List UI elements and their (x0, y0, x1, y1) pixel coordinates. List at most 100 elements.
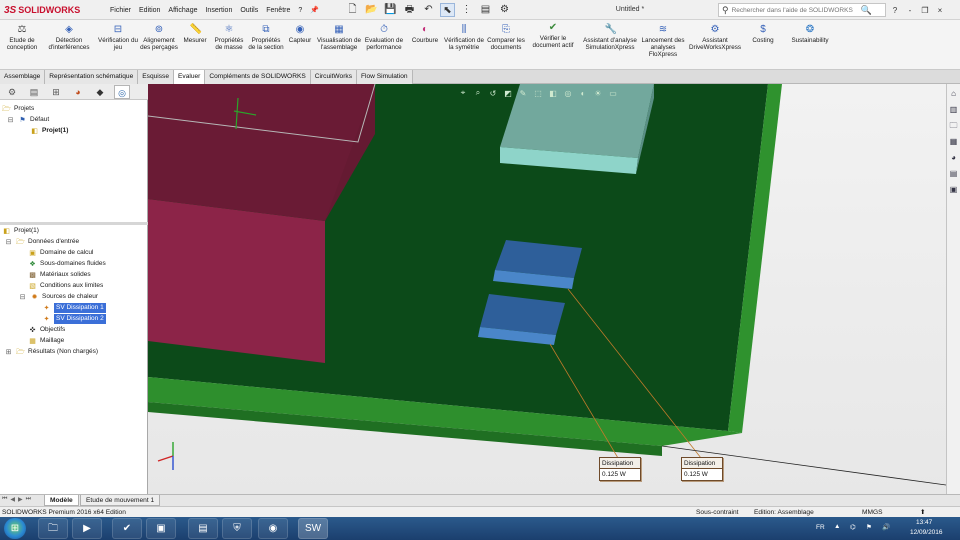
tree-item-projet-top[interactable]: ◧ Projet(1) (30, 126, 68, 136)
taskbar-terminal-icon[interactable]: ▣ (146, 518, 176, 539)
apply-scene-icon[interactable]: ☀ (593, 89, 603, 98)
tree-item-sv-dissipation-1[interactable]: ✦ SV Dissipation 1 (42, 303, 106, 313)
display-style-icon[interactable]: ◧ (548, 89, 558, 98)
tab-esquisse[interactable]: Esquisse (138, 70, 175, 84)
menu-help[interactable]: ? (294, 7, 306, 14)
help-search-input[interactable] (731, 6, 858, 14)
section-view-icon[interactable]: ◩ (503, 89, 513, 98)
mass-properties-button[interactable]: ⚛ Propriétés de masse (211, 24, 247, 51)
section-properties-button[interactable]: ⧉ Propriétés de la section (248, 24, 284, 51)
tab-representation-schematique[interactable]: Représentation schématique (45, 70, 139, 84)
options-gear-icon[interactable]: ⚙ (497, 3, 512, 17)
file-properties-icon[interactable]: ▤ (478, 3, 493, 17)
pin-icon[interactable]: 📌 (306, 6, 323, 14)
tree-item-objectifs[interactable]: ✜ Objectifs (28, 325, 66, 335)
appearance-tab-icon[interactable]: ◕ (70, 85, 86, 99)
print-icon[interactable]: 🖶 (402, 3, 417, 17)
menu-outils[interactable]: Outils (236, 7, 262, 14)
measure-button[interactable]: 📏 Mesurer (180, 24, 210, 44)
feature-tree-tab-icon[interactable]: ⚙ (4, 85, 20, 99)
callout-dissipation-1[interactable]: Dissipation 0.125 W (681, 457, 723, 481)
taskbar-app-icon[interactable]: ▤ (188, 518, 218, 539)
first-tab-icon[interactable]: ⏮ (2, 496, 7, 503)
tree-item-resultats[interactable]: ⊞ 🗁 Résultats (Non chargés) (4, 347, 99, 357)
view-palette-icon[interactable]: ▦ (948, 135, 960, 148)
hole-alignment-button[interactable]: ⊚ Alignement des perçages (140, 24, 178, 51)
taskbar-chrome-icon[interactable]: ◉ (258, 518, 288, 539)
edit-appearance-icon[interactable]: ◐ (578, 89, 588, 98)
tab-flow-simulation[interactable]: Flow Simulation (357, 70, 413, 84)
tray-arrow-icon[interactable]: ▲ (834, 523, 840, 530)
tray-flag-icon[interactable]: ⚑ (866, 523, 872, 531)
driveworks-button[interactable]: ⚙ Assistant DriveWorksXpress (686, 24, 744, 51)
menu-affichage[interactable]: Affichage (164, 7, 201, 14)
tray-date[interactable]: 12/09/2016 (910, 529, 943, 536)
view-orientation-icon[interactable]: ⬚ (533, 89, 543, 98)
new-document-icon[interactable]: 🗋 (345, 3, 360, 17)
help-search-box[interactable]: ⚲ 🔍 (718, 3, 886, 17)
close-button[interactable]: × (935, 6, 945, 15)
interference-button[interactable]: ◈ Détection d'interférences (46, 24, 92, 51)
dynamic-annotation-icon[interactable]: ✎ (518, 89, 528, 98)
costing-button[interactable]: $ Costing (748, 24, 778, 44)
menu-fichier[interactable]: Fichier (106, 7, 135, 14)
tree-item-domaine-calcul[interactable]: ▣ Domaine de calcul (28, 248, 93, 258)
save-icon[interactable]: 💾 (383, 3, 398, 17)
undo-icon[interactable]: ↶ (421, 3, 436, 17)
solidworks-resources-icon[interactable]: ⌂ (948, 87, 960, 100)
tree-item-sous-domaines[interactable]: ❖ Sous-domaines fluides (28, 259, 105, 269)
tab-evaluer[interactable]: Evaluer (174, 70, 206, 84)
taskbar-media-player-icon[interactable]: ▶ (72, 518, 102, 539)
tab-etude-mouvement[interactable]: Etude de mouvement 1 (80, 495, 161, 506)
tab-assemblage[interactable]: Assemblage (0, 70, 46, 84)
display-tab-icon[interactable]: ◆ (92, 85, 108, 99)
menu-insertion[interactable]: Insertion (201, 7, 236, 14)
enclosure-front-face[interactable] (148, 199, 325, 363)
tab-complements[interactable]: Compléments de SOLIDWORKS (205, 70, 311, 84)
start-button-icon[interactable]: ⊞ (4, 518, 26, 539)
custom-properties-icon[interactable]: ▤ (948, 167, 960, 180)
check-document-button[interactable]: ✔ Vérifier le document actif (527, 22, 579, 49)
3d-model-view[interactable] (148, 84, 946, 494)
help-button[interactable]: ? (890, 6, 900, 15)
tab-circuitworks[interactable]: CircuitWorks (310, 70, 357, 84)
search-icon[interactable]: 🔍 (861, 5, 872, 16)
sensor-button[interactable]: ◉ Capteur (286, 24, 314, 44)
forum-icon[interactable]: ▣ (948, 183, 960, 196)
tree-item-projet[interactable]: ◧ Projet(1) (2, 226, 39, 236)
callout-dissipation-2[interactable]: Dissipation 0.125 W (599, 457, 641, 481)
taskbar-explorer-icon[interactable]: 🗀 (38, 518, 68, 539)
tray-language[interactable]: FR (816, 524, 825, 531)
property-manager-tab-icon[interactable]: ▤ (26, 85, 42, 99)
tray-network-icon[interactable]: ⌬ (850, 523, 856, 531)
traffic-light-icon[interactable]: ⋮ (459, 3, 474, 17)
tab-modele[interactable]: Modèle (44, 495, 79, 506)
previous-view-icon[interactable]: ↺ (488, 89, 498, 98)
clearance-button[interactable]: ⊟ Vérification du jeu (96, 24, 140, 51)
graphics-area[interactable]: ⌖ ⌕ ↺ ◩ ✎ ⬚ ◧ ◎ ◐ ☀ ▭ Dissipation 0.125 … (148, 84, 946, 494)
symmetry-button[interactable]: ⫼ Vérification de la symétrie (443, 24, 485, 51)
prev-tab-icon[interactable]: ◀ (10, 496, 15, 503)
tree-item-sv-dissipation-2[interactable]: ✦ SV Dissipation 2 (42, 314, 106, 324)
last-tab-icon[interactable]: ⏭ (26, 496, 31, 503)
tree-item-donnees-entree[interactable]: ⊟ 🗁 Données d'entrée (4, 237, 80, 247)
zoom-area-icon[interactable]: ⌕ (473, 88, 483, 98)
tree-item-conditions-limites[interactable]: ▧ Conditions aux limites (28, 281, 103, 291)
open-folder-icon[interactable]: 📂 (364, 3, 379, 17)
menu-fenetre[interactable]: Fenêtre (262, 7, 294, 14)
design-library-icon[interactable]: ▥ (948, 103, 960, 116)
tree-item-sources-chaleur[interactable]: ⊟ ✹ Sources de chaleur (18, 292, 98, 302)
panel-splitter[interactable] (0, 222, 148, 225)
next-tab-icon[interactable]: ▶ (18, 496, 23, 503)
compare-documents-button[interactable]: ⎘ Comparer les documents (487, 24, 525, 51)
appearances-icon[interactable]: ◕ (948, 151, 960, 164)
tree-item-materiaux-solides[interactable]: ▩ Matériaux solides (28, 270, 90, 280)
restore-button[interactable]: ❐ (920, 6, 930, 15)
sustainability-button[interactable]: ❂ Sustainability (786, 24, 834, 44)
tree-item-defaut[interactable]: ⊟ ⚑ Défaut (6, 115, 50, 125)
view-settings-icon[interactable]: ▭ (608, 89, 618, 98)
taskbar-solidworks-icon[interactable]: SW (298, 518, 328, 539)
curvature-button[interactable]: ◐ Courbure (408, 24, 442, 44)
flow-simulation-tab-icon[interactable]: ◎ (114, 84, 130, 99)
floxpress-button[interactable]: ≋ Lancement des analyses FloXpress (640, 24, 686, 58)
